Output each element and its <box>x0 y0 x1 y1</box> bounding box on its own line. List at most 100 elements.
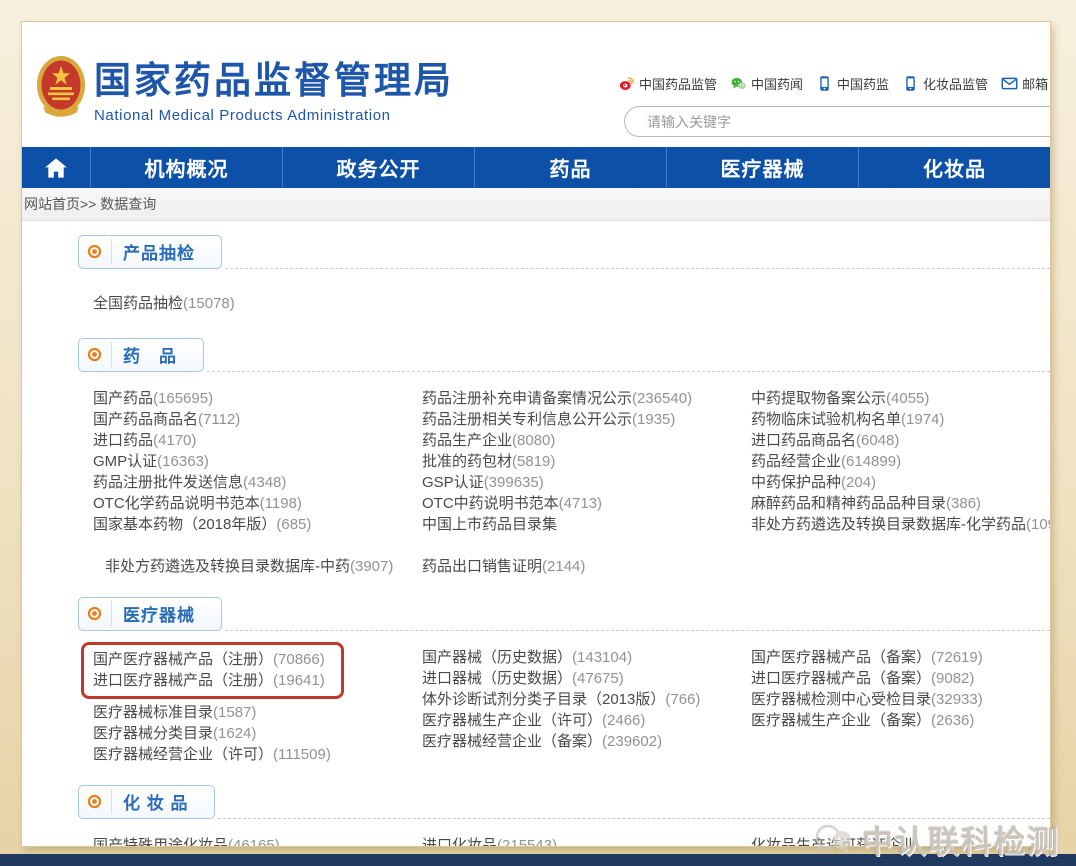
data-link[interactable]: 国产器械（历史数据）(143104) <box>422 647 751 668</box>
data-link-count: (70866) <box>273 651 325 668</box>
data-link-label: 医疗器械生产企业（许可） <box>422 712 602 729</box>
highlight-red-box: 国产医疗器械产品（注册）(70866)进口医疗器械产品（注册）(19641) <box>81 642 344 699</box>
data-link-label: 非处方药遴选及转换目录数据库-中药 <box>105 558 350 575</box>
quick-link[interactable]: 邮箱 <box>1001 74 1048 93</box>
data-link-label: 医疗器械经营企业（备案） <box>422 733 602 750</box>
data-link[interactable]: 药品生产企业(8080) <box>422 430 751 451</box>
data-link[interactable]: 进口药品(4170) <box>93 430 422 451</box>
data-link-count: (2144) <box>542 558 585 575</box>
data-link[interactable]: 药品经营企业(614899) <box>751 451 1050 472</box>
data-link-count: (236540) <box>632 390 692 407</box>
data-link[interactable]: 化妆品生产许可获证企业 <box>751 835 1050 846</box>
link-column: 药品注册补充申请备案情况公示(236540)药品注册相关专利信息公开公示(193… <box>422 388 751 577</box>
section: 药 品国产药品(165695)国产药品商品名(7112)进口药品(4170)GM… <box>78 338 1050 577</box>
data-link[interactable]: 国产医疗器械产品（注册）(70866) <box>93 649 325 670</box>
data-link-label: 医疗器械生产企业（备案） <box>751 712 931 729</box>
nav-item-药品[interactable]: 药品 <box>474 147 666 188</box>
search-input[interactable] <box>624 106 1050 137</box>
data-link-label: 药品注册补充申请备案情况公示 <box>422 390 632 407</box>
section-bullet-icon <box>87 606 102 621</box>
data-link[interactable]: 国产特殊用途化妆品(46165) <box>93 835 422 846</box>
data-link-count: (685) <box>276 516 311 533</box>
data-link[interactable]: 进口医疗器械产品（备案）(9082) <box>751 668 1050 689</box>
data-link-label: 国产药品商品名 <box>93 411 198 428</box>
data-link-count: (614899) <box>841 453 901 470</box>
data-link-count: (165695) <box>153 390 213 407</box>
data-link[interactable]: 国产医疗器械产品（备案）(72619) <box>751 647 1050 668</box>
data-link-count: (9082) <box>931 670 974 687</box>
nav-item-机构概况[interactable]: 机构概况 <box>90 147 282 188</box>
nav-home-button[interactable] <box>22 147 90 188</box>
data-link[interactable]: 进口药品商品名(6048) <box>751 430 1050 451</box>
data-link[interactable]: 国产药品(165695) <box>93 388 422 409</box>
data-link-count: (47675) <box>572 670 624 687</box>
data-link-label: 非处方药遴选及转换目录数据库-化学药品 <box>751 516 1026 533</box>
data-link[interactable]: 医疗器械经营企业（许可）(111509) <box>93 744 422 765</box>
quick-link-label: 邮箱 <box>1022 74 1048 93</box>
data-link[interactable]: 药品注册补充申请备案情况公示(236540) <box>422 388 751 409</box>
data-link[interactable]: 进口医疗器械产品（注册）(19641) <box>93 670 325 691</box>
data-link[interactable]: 医疗器械生产企业（备案）(2636) <box>751 710 1050 731</box>
data-link-label: 中药保护品种 <box>751 474 841 491</box>
data-link[interactable]: 药物临床试验机构名单(1974) <box>751 409 1050 430</box>
quick-link[interactable]: 中国药闻 <box>730 74 803 93</box>
section-header: 化 妆 品 <box>78 785 1050 819</box>
data-link-label: 国产医疗器械产品（备案） <box>751 649 931 666</box>
link-column: 全国药品抽检(15078) <box>93 293 422 314</box>
section-header: 产品抽检 <box>78 235 1050 269</box>
data-link[interactable]: 中药保护品种(204) <box>751 472 1050 493</box>
data-link-label: 进口药品商品名 <box>751 432 856 449</box>
data-link[interactable]: 药品出口销售证明(2144) <box>422 556 751 577</box>
quick-link[interactable]: 中国药品监管 <box>618 74 717 93</box>
breadcrumb[interactable]: 网站首页>> 数据查询 <box>22 188 1050 221</box>
data-link[interactable]: 医疗器械标准目录(1587) <box>93 702 422 723</box>
data-link-label: 批准的药包材 <box>422 453 512 470</box>
data-link[interactable]: 非处方药遴选及转换目录数据库-化学药品(1091) <box>751 514 1050 535</box>
quick-link-label: 中国药品监管 <box>639 74 717 93</box>
data-link[interactable]: 国产药品商品名(7112) <box>93 409 422 430</box>
nav-item-政务公开[interactable]: 政务公开 <box>282 147 474 188</box>
weibo-icon <box>618 75 635 92</box>
row-spacer <box>422 535 751 556</box>
link-grid: 国产药品(165695)国产药品商品名(7112)进口药品(4170)GMP认证… <box>78 388 1050 577</box>
data-link[interactable]: GMP认证(16363) <box>93 451 422 472</box>
data-link[interactable]: 医疗器械分类目录(1624) <box>93 723 422 744</box>
data-link-count: (111509) <box>273 746 331 763</box>
data-link-count: (1974) <box>901 411 944 428</box>
data-link[interactable]: 中药提取物备案公示(4055) <box>751 388 1050 409</box>
data-link-label: 药品出口销售证明 <box>422 558 542 575</box>
data-link[interactable]: 进口器械（历史数据）(47675) <box>422 668 751 689</box>
link-column: 中药提取物备案公示(4055)药物临床试验机构名单(1974)进口药品商品名(6… <box>751 388 1050 535</box>
link-column: 国产医疗器械产品（注册）(70866)进口医疗器械产品（注册）(19641) 医疗… <box>93 647 422 765</box>
data-link[interactable]: 进口化妆品(215543) <box>422 835 751 846</box>
quick-link-label: 中国药闻 <box>751 74 803 93</box>
link-grid: 国产特殊用途化妆品(46165)化妆品生产许可获证企业（历史数据）(3880)化… <box>78 835 1050 846</box>
data-link-label: 医疗器械标准目录 <box>93 704 213 721</box>
data-link[interactable]: GSP认证(399635) <box>422 472 751 493</box>
nav-item-化妆品[interactable]: 化妆品 <box>858 147 1050 188</box>
data-link[interactable]: 医疗器械生产企业（许可）(2466) <box>422 710 751 731</box>
data-link-count: (2466) <box>602 712 645 729</box>
data-link[interactable]: 医疗器械经营企业（备案）(239602) <box>422 731 751 752</box>
quick-link[interactable]: 化妆品监管 <box>902 74 988 93</box>
data-link[interactable]: 医疗器械检测中心受检目录(32933) <box>751 689 1050 710</box>
data-link[interactable]: 批准的药包材(5819) <box>422 451 751 472</box>
data-link[interactable]: 体外诊断试剂分类子目录（2013版）(766) <box>422 689 751 710</box>
data-link[interactable]: OTC中药说明书范本(4713) <box>422 493 751 514</box>
data-link[interactable]: 药品注册批件发送信息(4348) <box>93 472 422 493</box>
page-title: 国家药品监督管理局 <box>94 50 454 104</box>
link-grid: 国产医疗器械产品（注册）(70866)进口医疗器械产品（注册）(19641) 医疗… <box>78 647 1050 765</box>
data-link[interactable]: 麻醉药品和精神药品品种目录(386) <box>751 493 1050 514</box>
data-link-count: (3907) <box>350 558 393 575</box>
data-link[interactable]: 全国药品抽检(15078) <box>93 293 422 314</box>
quick-link[interactable]: 中国药监 <box>816 74 889 93</box>
section-dotted-line <box>218 818 1050 819</box>
data-link[interactable]: 药品注册相关专利信息公开公示(1935) <box>422 409 751 430</box>
data-link[interactable]: 中国上市药品目录集 <box>422 514 751 535</box>
site-page: 国家药品监督管理局 National Medical Products Admi… <box>22 22 1050 846</box>
nav-item-医疗器械[interactable]: 医疗器械 <box>666 147 858 188</box>
data-link[interactable]: 国家基本药物（2018年版）(685) <box>93 514 422 535</box>
data-link[interactable]: 非处方药遴选及转换目录数据库-中药(3907) <box>105 556 422 577</box>
data-link[interactable]: OTC化学药品说明书范本(1198) <box>93 493 422 514</box>
section-dotted-line <box>225 630 1050 631</box>
